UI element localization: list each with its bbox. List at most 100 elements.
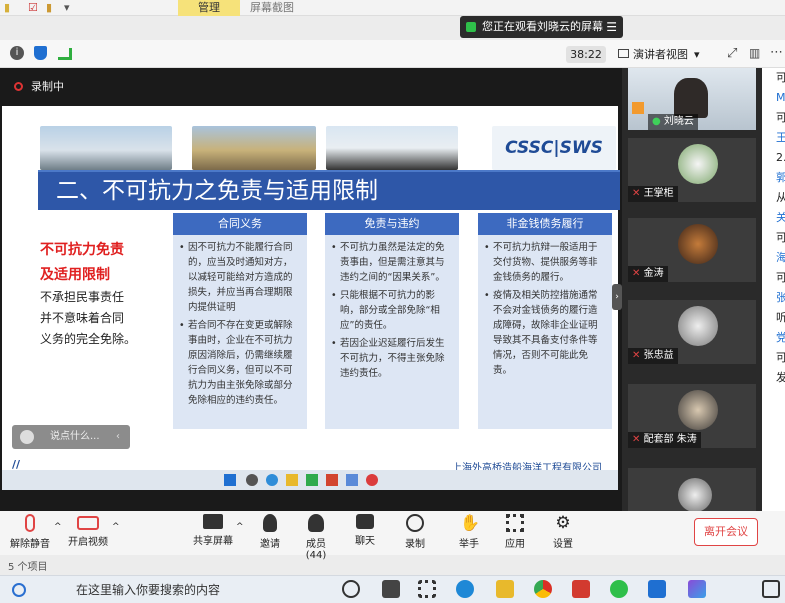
column-item: 若合同不存在变更或解除事由时，企业在不可抗力原因消除后，仍需继续履行合同义务，但… [179, 318, 301, 408]
presenter-app-icon [266, 474, 278, 486]
chevron-up-icon[interactable]: ^ [236, 522, 244, 532]
chat-text: 可 [776, 271, 785, 284]
chat-icon [356, 514, 374, 529]
raise-hand-button[interactable]: ✋ 举手 [456, 514, 482, 551]
share-screen-button[interactable]: 共享屏幕 [192, 514, 234, 547]
chat-text: 海 [776, 251, 785, 264]
say-something-box[interactable]: 说点什么... ‹ [12, 425, 130, 449]
explorer-ribbon: ▮ ☑ ▮ ▾ 管理 屏幕截图 [0, 0, 785, 16]
chevron-up-icon[interactable]: ^ [112, 522, 120, 532]
recording-indicator: 录制中 [14, 78, 64, 94]
share-banner: 您正在观看刘晓云的屏幕 ☰ [460, 16, 623, 38]
presenter-app-icon [246, 474, 258, 486]
tencent-meeting-icon[interactable] [648, 580, 666, 598]
chat-text: 发 [776, 371, 785, 384]
record-label: 录制 [405, 539, 425, 550]
participant-tile[interactable] [628, 468, 756, 512]
search-icon[interactable] [12, 583, 26, 597]
dropdown-icon[interactable]: ▾ [64, 0, 70, 16]
shield-icon[interactable] [34, 46, 47, 60]
chevron-up-icon[interactable]: ^ [54, 522, 62, 532]
menu-icon[interactable]: ☰ [606, 16, 617, 38]
chat-label: 聊天 [355, 536, 375, 547]
cssc-sws-logo: CSSC|SWS [492, 126, 616, 170]
unmute-button[interactable]: 解除静音 [10, 514, 50, 550]
chat-panel[interactable]: 可 M 可 王 2. 郭 从 关 可 海 可 张 听 党 可 发 [762, 68, 785, 511]
invite-button[interactable]: 邀请 [256, 514, 284, 550]
wechat-icon[interactable] [610, 580, 628, 598]
members-button[interactable]: 成员(44) [296, 514, 336, 561]
taskbar-search-input[interactable]: 在这里输入你要搜索的内容 [40, 579, 330, 601]
participant-name: ✕ 配套部 朱涛 [628, 432, 701, 448]
record-button[interactable]: 录制 [402, 514, 428, 550]
chevron-left-icon[interactable]: ‹ [116, 425, 120, 449]
settings-button[interactable]: ⚙ 设置 [550, 514, 576, 550]
windows-start-icon [224, 474, 236, 486]
more-icon[interactable]: ⋯ [770, 45, 783, 60]
column-item: 只能根据不可抗力的影响，部分或全部免除“相应”的责任。 [331, 288, 453, 333]
chat-button[interactable]: 聊天 [352, 514, 378, 547]
leave-meeting-button[interactable]: 离开会议 [694, 518, 758, 546]
participant-name-text: 配套部 朱涛 [643, 434, 697, 445]
participant-name-text: 张忠益 [643, 350, 674, 361]
participant-tile[interactable]: ✕ 王掌柜 [628, 138, 756, 202]
start-grid-icon[interactable] [418, 580, 436, 598]
column-item: 疫情及相关防控措施通常不会对金钱债务的履行造成障碍，故除非企业证明导致其不具备支… [484, 288, 606, 378]
participant-tile[interactable]: ● 刘晓云 [628, 68, 756, 130]
chat-text: 党 [776, 331, 785, 344]
collapse-gallery-handle[interactable]: › [612, 284, 622, 310]
participant-tile[interactable]: ✕ 配套部 朱涛 [628, 384, 756, 448]
avatar [678, 390, 718, 430]
chat-text: 可 [776, 231, 785, 244]
participant-gallery: ● 刘晓云 ✕ 王掌柜 ✕ 金涛 ✕ 张忠益 ✕ 配套部 朱涛 [622, 68, 762, 512]
host-icon [632, 102, 644, 114]
left-text-line-1: 不承担民事责任 [40, 290, 125, 304]
meeting-timer: 38:22 [566, 46, 606, 63]
invite-label: 邀请 [260, 539, 280, 550]
avatar [678, 478, 712, 512]
start-video-button[interactable]: 开启视频 [66, 514, 110, 548]
file-explorer-icon[interactable] [496, 580, 514, 598]
tab-manage[interactable]: 管理 [178, 0, 240, 16]
presenter-app-icon [346, 474, 358, 486]
chat-text: 可 [776, 71, 785, 84]
info-icon[interactable]: i [10, 46, 24, 60]
participant-name-text: 金涛 [643, 268, 664, 279]
tab-screenshot[interactable]: 屏幕截图 [250, 0, 294, 16]
column-header: 免责与违约 [325, 213, 459, 235]
checkbox-icon[interactable]: ☑ [28, 0, 38, 16]
left-text-line-3: 义务的完全免除。 [40, 332, 137, 346]
participant-tile[interactable]: ✕ 金涛 [628, 218, 756, 282]
participant-tile[interactable]: ✕ 张忠益 [628, 300, 756, 364]
edge-icon[interactable] [456, 580, 474, 598]
app-icon[interactable] [688, 580, 706, 598]
view-mode-select[interactable]: 演讲者视图 ▾ [618, 46, 700, 63]
slide-left-heading: 不可抗力免责 及适用限制 [40, 238, 124, 288]
meeting-control-bar [0, 511, 785, 555]
folder-icon[interactable]: ▮ [4, 0, 10, 16]
chrome-icon[interactable] [534, 580, 552, 598]
emoji-icon[interactable] [20, 430, 34, 444]
chat-text: 可 [776, 351, 785, 364]
task-view-icon[interactable] [342, 580, 360, 598]
raise-hand-label: 举手 [459, 539, 479, 550]
widgets-icon[interactable] [382, 580, 400, 598]
members-label: 成员(44) [305, 539, 327, 561]
fullscreen-icon[interactable]: ⤢ [727, 46, 737, 61]
layout-icon[interactable]: ▥ [749, 46, 760, 60]
participant-name-text: 刘晓云 [663, 116, 694, 127]
participant-name-text: 王掌柜 [643, 188, 674, 199]
signal-icon[interactable] [58, 48, 72, 60]
mic-muted-icon: ✕ [632, 350, 641, 361]
shipyard-photo-3 [326, 126, 458, 170]
keyboard-icon[interactable] [762, 580, 780, 598]
slide-column-nonmonetary: 非金钱债务履行 不可抗力抗辩一般适用于交付货物、提供服务等非金钱债务的履行。 疫… [478, 213, 612, 429]
presenter-app-icon [306, 474, 318, 486]
record-dot-icon [14, 82, 23, 91]
column-item: 不可抗力抗辩一般适用于交付货物、提供服务等非金钱债务的履行。 [484, 240, 606, 285]
folder-icon-2[interactable]: ▮ [46, 0, 52, 16]
share-banner-text: 您正在观看刘晓云的屏幕 [482, 20, 603, 33]
chat-text: 关 [776, 211, 785, 224]
wps-icon[interactable] [572, 580, 590, 598]
apps-button[interactable]: 应用 [502, 514, 528, 550]
